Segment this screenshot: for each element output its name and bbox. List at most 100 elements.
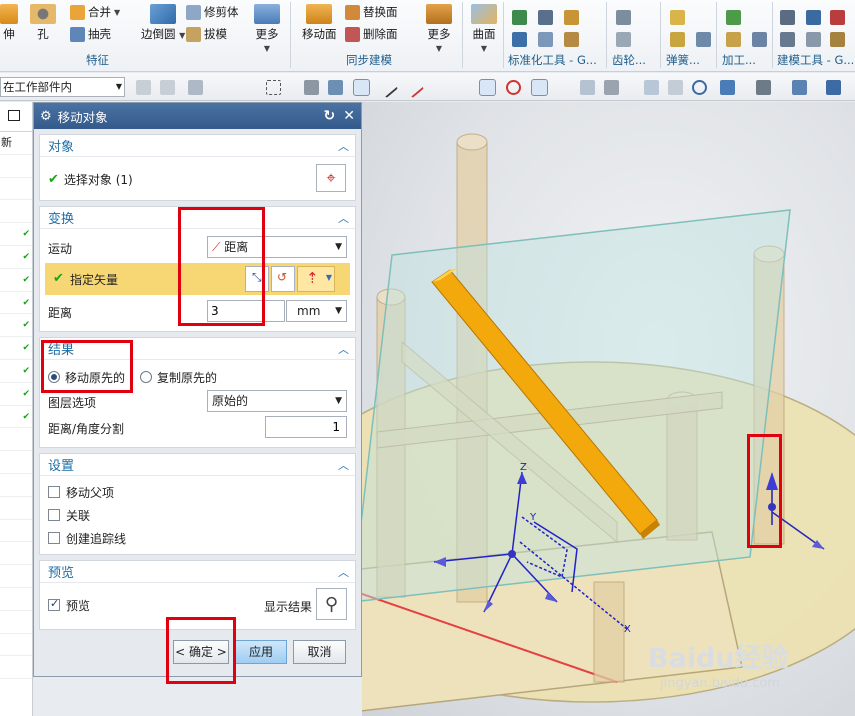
select-object-row[interactable]: ✔ 选择对象 (1) bbox=[40, 166, 355, 192]
graphics-viewport[interactable]: Z Y X bbox=[362, 102, 855, 716]
unite-button[interactable]: 合并 ▼ bbox=[70, 4, 120, 20]
surface-button[interactable]: 曲面 ▼ bbox=[471, 4, 497, 53]
list-item[interactable] bbox=[0, 656, 32, 680]
motion-dropdown[interactable]: ⟋ 距离 ▼ bbox=[207, 236, 347, 258]
preview-checkbox[interactable]: 预览 bbox=[40, 594, 160, 616]
center-point-icon[interactable] bbox=[479, 79, 496, 96]
list-item[interactable] bbox=[0, 200, 32, 224]
scope-dropdown[interactable]: 在工作部件内 ▼ bbox=[0, 77, 125, 97]
gear-icon[interactable]: ⚙ bbox=[40, 109, 52, 124]
circle-icon[interactable] bbox=[506, 80, 521, 95]
machining-icon[interactable] bbox=[726, 32, 741, 47]
list-item[interactable] bbox=[0, 565, 32, 588]
hole-button[interactable]: 孔 bbox=[30, 4, 56, 42]
tool-icon[interactable] bbox=[564, 32, 579, 47]
move-face-button[interactable]: 移动面 bbox=[302, 4, 337, 42]
spring-icon[interactable] bbox=[696, 32, 711, 47]
machining-icon[interactable] bbox=[752, 32, 767, 47]
select-icon[interactable] bbox=[188, 80, 203, 95]
vector-dialog-button[interactable]: ↺ bbox=[271, 266, 295, 292]
list-item[interactable]: ✔ bbox=[0, 360, 32, 383]
collapse-icon[interactable]: ︿ bbox=[338, 210, 349, 226]
list-item[interactable] bbox=[0, 497, 32, 520]
layout-icon[interactable] bbox=[720, 80, 735, 95]
arc-icon[interactable] bbox=[456, 80, 471, 95]
cancel-button[interactable]: 取消 bbox=[293, 640, 346, 664]
display-icon[interactable] bbox=[826, 80, 841, 95]
create-trace-checkbox[interactable]: 创建追踪线 bbox=[40, 527, 355, 549]
restore-icon[interactable] bbox=[8, 110, 20, 121]
list-item[interactable]: ✔ bbox=[0, 292, 32, 315]
replace-face-button[interactable]: 替换面 bbox=[345, 4, 398, 20]
tool-icon[interactable] bbox=[538, 10, 553, 25]
modeling-tool-icon[interactable] bbox=[830, 32, 845, 47]
snap-point-icon[interactable] bbox=[353, 79, 370, 96]
modeling-tool-icon[interactable] bbox=[830, 10, 845, 25]
move-parent-checkbox[interactable]: 移动父项 bbox=[40, 481, 355, 503]
list-item[interactable] bbox=[0, 451, 32, 474]
inferred-vector-dropdown[interactable]: ⇡ ▼ bbox=[297, 266, 335, 292]
rectangle-select-icon[interactable] bbox=[266, 80, 281, 95]
select-object-button[interactable]: ⌖ bbox=[316, 164, 346, 192]
view-icon[interactable] bbox=[304, 80, 319, 95]
tool-icon[interactable] bbox=[538, 32, 553, 47]
crosshair-icon[interactable] bbox=[531, 79, 548, 96]
list-item[interactable]: ✔ bbox=[0, 406, 32, 429]
line-icon[interactable] bbox=[402, 76, 425, 99]
section-header-settings[interactable]: 设置 ︿ bbox=[40, 454, 355, 476]
spring-icon[interactable] bbox=[670, 10, 685, 25]
draft-button[interactable]: 拔模 bbox=[186, 26, 227, 42]
list-item[interactable] bbox=[0, 634, 32, 657]
copy-original-radio[interactable]: 复制原先的 bbox=[140, 366, 260, 388]
collapse-icon[interactable]: ︿ bbox=[338, 341, 349, 357]
apply-button[interactable]: 应用 bbox=[235, 640, 287, 664]
render-icon[interactable] bbox=[756, 80, 771, 95]
close-icon[interactable]: ✕ bbox=[343, 108, 355, 124]
filter-icon[interactable] bbox=[136, 80, 151, 95]
modeling-tool-icon[interactable] bbox=[780, 10, 795, 25]
curve-icon[interactable] bbox=[432, 80, 447, 95]
view-fit-icon[interactable] bbox=[644, 80, 659, 95]
list-item[interactable]: ✔ bbox=[0, 246, 32, 269]
list-item[interactable] bbox=[0, 474, 32, 497]
section-header-result[interactable]: 结果 ︿ bbox=[40, 338, 355, 360]
edge-blend-button[interactable]: 边倒圆 ▼ bbox=[141, 4, 185, 42]
reset-icon[interactable]: ↻ bbox=[324, 108, 336, 124]
specify-vector-row[interactable]: ✔ 指定矢量 ⤡ ↺ ⇡ ▼ bbox=[45, 263, 350, 295]
list-item[interactable] bbox=[0, 428, 32, 452]
grid-icon[interactable] bbox=[604, 80, 619, 95]
unit-dropdown[interactable]: mm ▼ bbox=[286, 300, 347, 322]
list-item[interactable]: 新 bbox=[0, 132, 32, 155]
section-header-preview[interactable]: 预览 ︿ bbox=[40, 561, 355, 583]
ok-button[interactable]: < 确定 > bbox=[173, 640, 229, 664]
gear-icon[interactable] bbox=[616, 32, 631, 47]
section-header-transform[interactable]: 变换 ︿ bbox=[40, 207, 355, 229]
list-item[interactable] bbox=[0, 155, 32, 178]
section-header-object[interactable]: 对象 ︿ bbox=[40, 135, 355, 157]
collapse-icon[interactable]: ︿ bbox=[338, 138, 349, 154]
collapse-icon[interactable]: ︿ bbox=[338, 457, 349, 473]
list-item[interactable] bbox=[0, 178, 32, 201]
list-item[interactable]: ✔ bbox=[0, 383, 32, 406]
gear-icon[interactable] bbox=[616, 10, 631, 25]
face-icon[interactable] bbox=[580, 80, 595, 95]
layer-option-dropdown[interactable]: 原始的 ▼ bbox=[207, 390, 347, 412]
shell-button[interactable]: 抽壳 bbox=[70, 26, 111, 42]
line-icon[interactable] bbox=[376, 76, 399, 99]
tool-icon[interactable] bbox=[564, 10, 579, 25]
more-features-button[interactable]: 更多 ▼ bbox=[254, 4, 280, 53]
distance-input[interactable] bbox=[207, 300, 285, 322]
cube-icon[interactable] bbox=[328, 80, 343, 95]
list-item[interactable] bbox=[0, 588, 32, 611]
associative-checkbox[interactable]: 关联 bbox=[40, 504, 355, 526]
trim-body-button[interactable]: 修剪体 bbox=[186, 4, 239, 20]
extrude-button[interactable]: 伸 bbox=[0, 4, 18, 42]
tool-icon[interactable] bbox=[512, 32, 527, 47]
list-item[interactable] bbox=[0, 520, 32, 543]
collapse-icon[interactable]: ︿ bbox=[338, 564, 349, 580]
list-item[interactable] bbox=[0, 611, 32, 634]
reverse-direction-button[interactable]: ⤡ bbox=[245, 266, 269, 292]
tool-icon[interactable] bbox=[512, 10, 527, 25]
modeling-tool-icon[interactable] bbox=[780, 32, 795, 47]
zoom-icon[interactable] bbox=[668, 80, 683, 95]
